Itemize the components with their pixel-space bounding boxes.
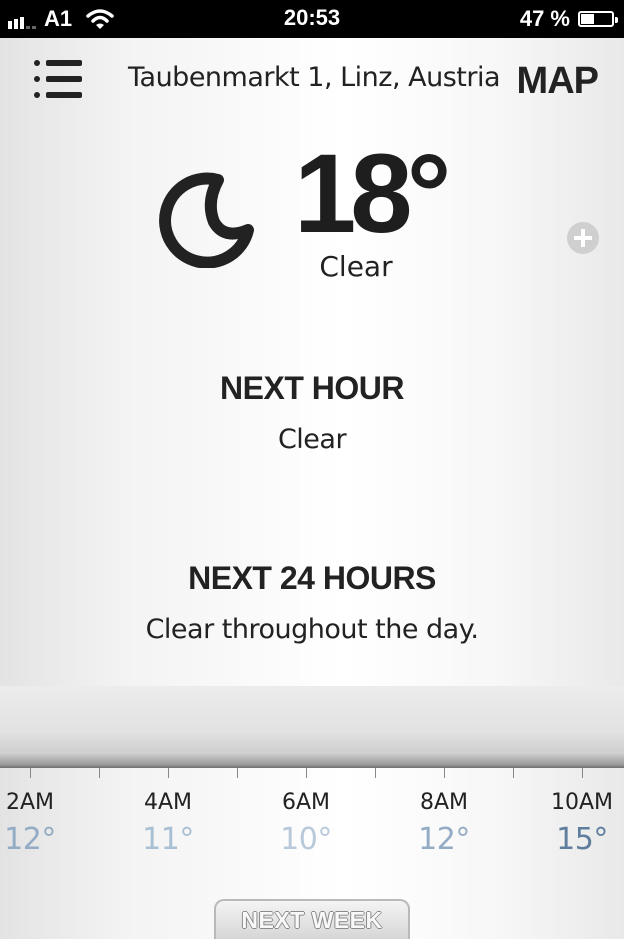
hour-label-4am: 4AM [143,790,193,815]
hour-label-8am: 8AM [419,790,469,815]
battery-fill [581,14,595,24]
timeline-tick [582,768,583,778]
timeline-tick [513,768,514,778]
timeline-tick [237,768,238,778]
timeline-ticks [0,768,624,782]
location-title[interactable]: Taubenmarkt 1, Linz, Austria [128,62,501,93]
hour-temp-6am: 10° [280,822,332,857]
timeline-tick [444,768,445,778]
battery-nub [615,17,618,23]
status-right: 47 % [519,6,618,32]
next-hour-title: NEXT HOUR [220,370,404,406]
battery-percent: 47 % [519,6,570,31]
next-week-tab[interactable]: NEXT WEEK [214,899,410,939]
status-bar: A1 20:53 47 % [0,0,624,38]
hour-temp-4am: 11° [142,822,194,857]
hour-temp-2am: 12° [4,822,56,857]
list-menu-icon[interactable] [34,60,82,102]
plus-circle-icon[interactable] [567,222,599,254]
battery-icon [578,11,618,27]
map-button[interactable]: MAP [517,60,599,103]
hour-temp-10am: 15° [556,822,608,857]
hour-label-6am: 6AM [281,790,331,815]
hour-temp-8am: 12° [418,822,470,857]
timeline-band[interactable] [0,686,624,768]
timeline-tick [306,768,307,778]
next-24-hours-summary: Clear throughout the day. [145,614,479,645]
next-hour-summary: Clear [277,424,347,455]
next-24-hours-title: NEXT 24 HOURS [188,560,436,596]
hour-label-10am: 10AM [550,790,614,815]
timeline-tick [99,768,100,778]
timeline-tick [168,768,169,778]
current-temperature: 18° [294,131,451,256]
timeline-tick [375,768,376,778]
timeline-tick [30,768,31,778]
current-condition: Clear [319,250,393,283]
moon-icon [159,172,254,268]
hour-label-2am: 2AM [5,790,55,815]
